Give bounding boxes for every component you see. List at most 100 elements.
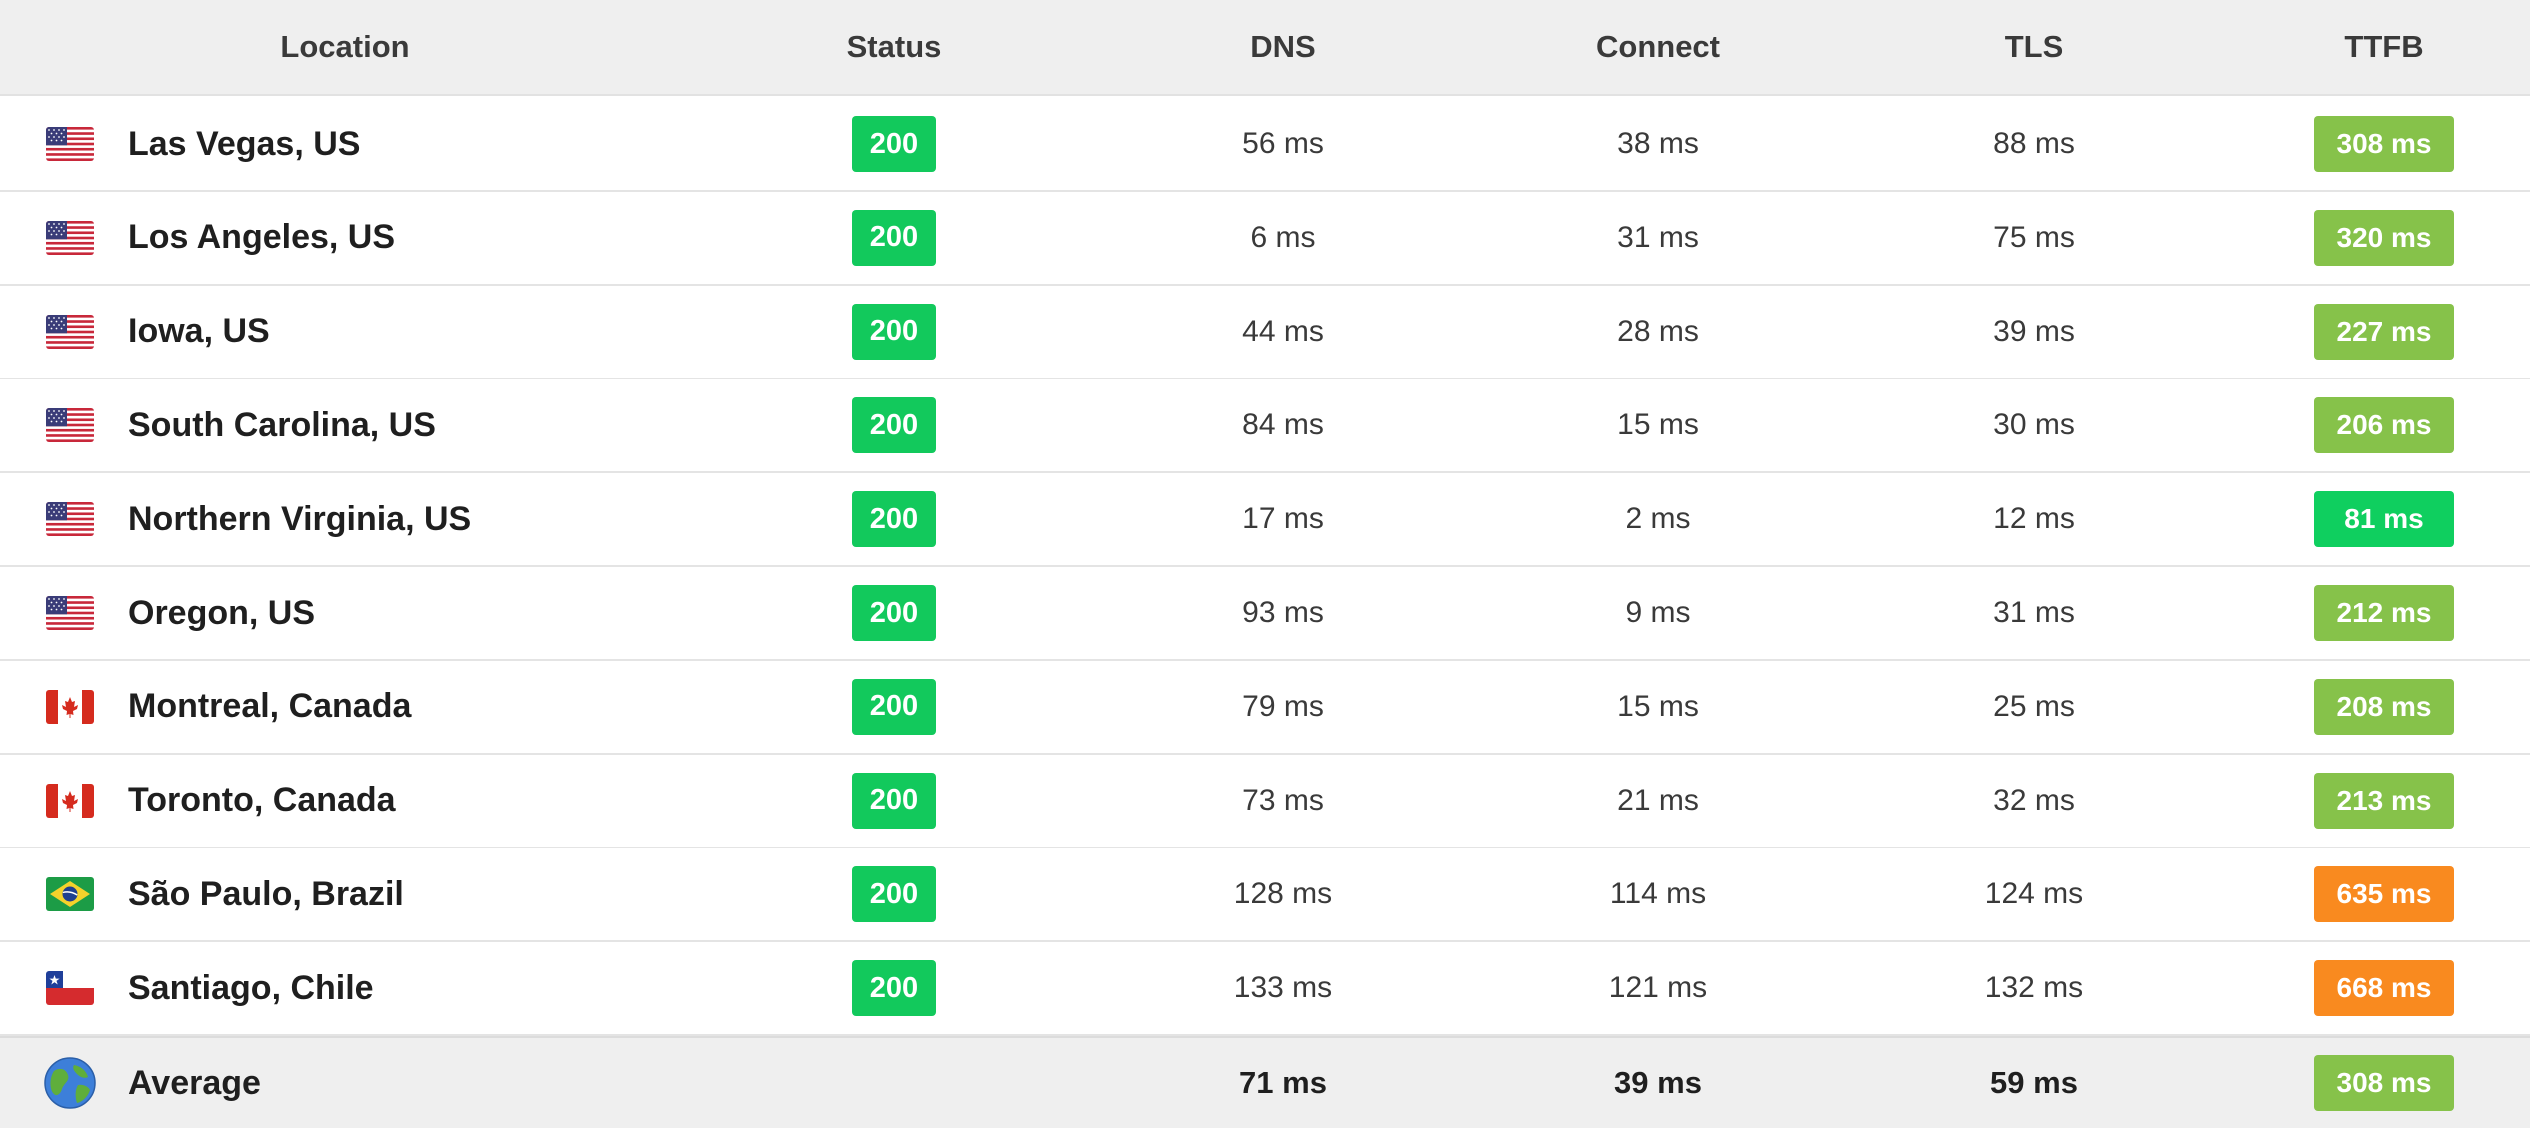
tls-cell: 88 ms bbox=[1934, 98, 2134, 190]
ttfb-cell: 213 ms bbox=[2284, 755, 2484, 847]
dns-value: 128 ms bbox=[1233, 877, 1333, 911]
dns-cell: 93 ms bbox=[1183, 567, 1383, 659]
table-row: Santiago, Chile 200 133 ms 121 ms 132 ms 668 … bbox=[0, 942, 2530, 1037]
speed-test-table: Location Status DNS Connect TLS TTFB Las… bbox=[0, 0, 2530, 1128]
connect-value: 114 ms bbox=[1609, 877, 1707, 911]
ttfb-badge: 213 ms bbox=[2314, 772, 2454, 829]
connect-cell: 9 ms bbox=[1558, 567, 1758, 659]
connect-value: 21 ms bbox=[1617, 783, 1699, 817]
dns-value: 79 ms bbox=[1242, 689, 1324, 723]
column-header-dns[interactable]: DNS bbox=[1183, 0, 1383, 94]
location-cell: Las Vegas, US bbox=[40, 98, 640, 190]
connect-cell: 15 ms bbox=[1558, 661, 1758, 753]
status-badge: 200 bbox=[852, 960, 936, 1017]
status-badge: 200 bbox=[852, 397, 936, 454]
average-location-cell: Average bbox=[40, 1038, 640, 1128]
brazil-flag-icon bbox=[46, 877, 94, 912]
us-flag-icon bbox=[46, 502, 94, 537]
average-dns-cell: 71 ms bbox=[1183, 1038, 1383, 1128]
location-cell: Northern Virginia, US bbox=[40, 473, 640, 565]
us-flag-icon bbox=[46, 596, 94, 630]
location-name: Toronto, Canada bbox=[128, 781, 396, 820]
status-cell: 200 bbox=[794, 848, 994, 940]
ttfb-badge: 635 ms bbox=[2314, 866, 2454, 923]
status-cell: 200 bbox=[794, 98, 994, 190]
average-connect-cell: 39 ms bbox=[1558, 1038, 1758, 1128]
ttfb-badge: 212 ms bbox=[2314, 585, 2454, 641]
location-name: Oregon, US bbox=[128, 593, 316, 632]
location-name: São Paulo, Brazil bbox=[128, 874, 404, 913]
average-row: Average 71 ms 39 ms 59 ms 308 ms bbox=[0, 1036, 2530, 1128]
column-header-connect[interactable]: Connect bbox=[1558, 0, 1758, 94]
tls-cell: 75 ms bbox=[1934, 192, 2134, 284]
ttfb-badge: 308 ms bbox=[2314, 116, 2454, 172]
dns-value: 56 ms bbox=[1242, 127, 1324, 160]
status-badge: 200 bbox=[852, 303, 936, 360]
column-header-ttfb[interactable]: TTFB bbox=[2284, 0, 2484, 94]
connect-cell: 121 ms bbox=[1558, 942, 1758, 1034]
ttfb-cell: 208 ms bbox=[2284, 661, 2484, 753]
status-cell: 200 bbox=[794, 286, 994, 378]
table-row: Toronto, Canada 200 73 ms 21 ms 32 ms 213 ms bbox=[0, 754, 2530, 849]
connect-cell: 31 ms bbox=[1558, 192, 1758, 284]
column-header-location[interactable]: Location bbox=[190, 0, 500, 94]
dns-value: 44 ms bbox=[1242, 314, 1324, 348]
connect-value: 2 ms bbox=[1625, 502, 1691, 536]
tls-cell: 32 ms bbox=[1934, 755, 2134, 847]
table-row: South Carolina, US 200 84 ms 15 ms 30 ms 206 … bbox=[0, 379, 2530, 474]
tls-value: 31 ms bbox=[1993, 596, 2075, 629]
column-header-tls[interactable]: TLS bbox=[1934, 0, 2134, 94]
ttfb-badge: 208 ms bbox=[2314, 678, 2454, 735]
tls-value: 88 ms bbox=[1993, 127, 2075, 160]
table-row: São Paulo, Brazil 200 128 ms 114 ms 124 ms 63… bbox=[0, 848, 2530, 943]
tls-cell: 31 ms bbox=[1934, 567, 2134, 659]
status-cell: 200 bbox=[794, 567, 994, 659]
us-flag-icon bbox=[46, 127, 94, 161]
tls-value: 32 ms bbox=[1993, 783, 2075, 817]
tls-cell: 25 ms bbox=[1934, 661, 2134, 753]
ttfb-badge: 668 ms bbox=[2314, 960, 2454, 1017]
dns-cell: 84 ms bbox=[1183, 379, 1383, 471]
connect-value: 15 ms bbox=[1617, 689, 1699, 723]
connect-cell: 38 ms bbox=[1558, 98, 1758, 190]
connect-value: 121 ms bbox=[1608, 971, 1708, 1005]
status-cell: 200 bbox=[794, 942, 994, 1034]
average-ttfb-badge: 308 ms bbox=[2314, 1055, 2454, 1111]
status-badge: 200 bbox=[852, 866, 936, 923]
table-row: Iowa, US 200 44 ms 28 ms 39 ms 227 ms bbox=[0, 285, 2530, 380]
us-flag-icon bbox=[46, 314, 94, 349]
average-tls-cell: 59 ms bbox=[1934, 1038, 2134, 1128]
location-cell: South Carolina, US bbox=[40, 379, 640, 471]
connect-cell: 114 ms bbox=[1558, 848, 1758, 940]
connect-cell: 2 ms bbox=[1558, 473, 1758, 565]
location-cell: Los Angeles, US bbox=[40, 192, 640, 284]
ttfb-badge: 206 ms bbox=[2314, 397, 2454, 454]
table-row: Northern Virginia, US 200 17 ms 2 ms 12 ms 81… bbox=[0, 473, 2530, 568]
average-label: Average bbox=[128, 1063, 261, 1102]
average-ttfb-cell: 308 ms bbox=[2284, 1038, 2484, 1128]
dns-value: 6 ms bbox=[1250, 220, 1316, 254]
ttfb-cell: 320 ms bbox=[2284, 192, 2484, 284]
tls-cell: 124 ms bbox=[1934, 848, 2134, 940]
status-badge: 200 bbox=[852, 678, 936, 735]
ttfb-cell: 206 ms bbox=[2284, 379, 2484, 471]
table-row: Las Vegas, US 200 56 ms 38 ms 88 ms 308 ms bbox=[0, 98, 2530, 192]
status-badge: 200 bbox=[852, 772, 936, 829]
globe-icon bbox=[44, 1057, 96, 1109]
connect-cell: 28 ms bbox=[1558, 286, 1758, 378]
tls-cell: 30 ms bbox=[1934, 379, 2134, 471]
ttfb-cell: 635 ms bbox=[2284, 848, 2484, 940]
dns-cell: 128 ms bbox=[1183, 848, 1383, 940]
ttfb-cell: 227 ms bbox=[2284, 286, 2484, 378]
chile-flag-icon bbox=[46, 971, 94, 1006]
dns-cell: 73 ms bbox=[1183, 755, 1383, 847]
average-dns-value: 71 ms bbox=[1239, 1065, 1327, 1100]
canada-flag-icon bbox=[46, 689, 94, 724]
tls-value: 124 ms bbox=[1984, 877, 2084, 911]
status-cell: 200 bbox=[794, 661, 994, 753]
tls-cell: 132 ms bbox=[1934, 942, 2134, 1034]
dns-value: 133 ms bbox=[1233, 971, 1333, 1005]
dns-value: 73 ms bbox=[1242, 783, 1324, 817]
column-header-status[interactable]: Status bbox=[794, 0, 994, 94]
dns-cell: 17 ms bbox=[1183, 473, 1383, 565]
